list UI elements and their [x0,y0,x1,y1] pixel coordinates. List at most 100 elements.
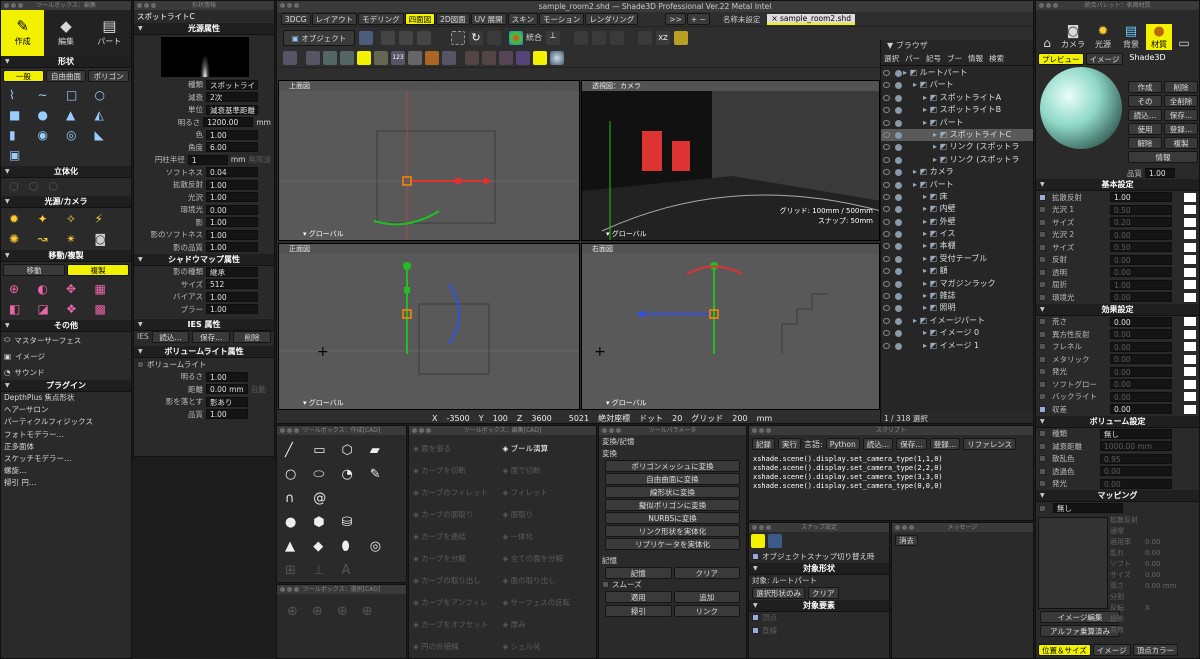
edit-tool-item[interactable]: ◈ カーブを連結 [413,527,503,547]
color-swatch[interactable] [1184,354,1196,364]
area-light-icon[interactable]: ✺ [9,232,38,246]
visibility-eye-icon[interactable] [883,169,890,176]
box-cad-icon[interactable]: ⬢ [313,515,341,530]
edit-tool-item[interactable]: ◈ サーフェスの反転 [503,593,593,613]
material-delete-button[interactable]: 削除 [1164,81,1198,93]
ies-attr-header[interactable]: IES 属性 [134,318,274,331]
grid-toggle-icon[interactable] [592,30,606,45]
sweep-button[interactable]: 掃引 [605,605,672,617]
plugin-item[interactable]: 掃引 円… [4,477,131,489]
normal-display-icon[interactable] [465,50,479,65]
duplicate-tab[interactable]: 複製 [67,264,129,276]
box-display-icon[interactable] [306,50,320,65]
row-value-field[interactable]: 0.00 [1110,229,1172,240]
material-use-button[interactable]: 使用 [1128,123,1162,135]
master-surface-item[interactable]: ⬭ マスターサーフェス [1,332,131,348]
rect-cad-icon[interactable]: ▭ [313,443,341,458]
viewport-top[interactable]: 上面図 ▾ グローバル [278,80,580,241]
mesh-cad-icon[interactable]: ⊞ [285,563,313,578]
curve-tool-icon[interactable]: ∼ [38,88,67,102]
mapping-param-value[interactable]: 0.00 [1145,570,1161,581]
add-button[interactable]: 追加 [673,591,740,603]
wire-grid-icon[interactable] [283,50,297,65]
stamp-cad-icon[interactable]: ⊥ [313,563,341,578]
shape-tab-polygon[interactable]: ポリゴン [88,70,130,82]
snap-vertex-toggle[interactable]: 頂点 [749,612,889,625]
preview-tab[interactable]: プレビュー [1038,53,1084,65]
row-checkbox[interactable] [1039,243,1046,251]
convert-button[interactable]: NURBSに変換 [605,512,740,524]
row-value-field[interactable]: 減衰基準距離 [206,104,258,115]
row-checkbox[interactable] [1039,480,1046,488]
edit-tool-item[interactable]: ◈ シェル化 [503,637,593,657]
visibility-eye-icon[interactable] [883,70,890,76]
row-value-field[interactable]: 1.00 [206,304,258,315]
row-value-field[interactable]: 1.00 [206,192,258,203]
color-swatch[interactable] [1184,404,1196,414]
visibility-eye-icon[interactable] [883,280,890,287]
script-run-button[interactable]: 実行 [778,438,801,450]
pyramid-tool-icon[interactable]: ◭ [95,108,124,122]
cylinder-tool-icon[interactable]: ▮ [9,128,38,142]
render-toggle-icon[interactable] [895,131,902,139]
browser-tree-item[interactable]: ▸ ◩ パート [881,179,1033,191]
axis-icon[interactable]: ⊥ [546,30,560,45]
visibility-eye-icon[interactable] [883,255,890,262]
browser-tree-item[interactable]: ▸ ◩ 雑誌 [881,290,1033,302]
row-checkbox[interactable] [1039,405,1046,413]
snap-grid-icon[interactable] [487,30,501,45]
browser-tree-item[interactable]: ▸ ◩ パート [881,117,1033,129]
browser-select-button[interactable]: 選択 [884,52,899,65]
row-value-field[interactable]: 1.00 [206,217,258,228]
browser-tree-item[interactable]: ▸ ◩ スポットライトC [881,128,1033,142]
edit-mode-button[interactable]: ◆ 編集 [44,10,87,56]
browser-tree-item[interactable]: ▸ ◩ ルートパート [881,67,1033,79]
visibility-eye-icon[interactable] [883,218,890,225]
camera-view-icon[interactable] [359,30,373,45]
snap-clear-button[interactable]: クリア [808,587,839,600]
edit-tool-item[interactable]: ◈ カーブの面取り [413,505,503,525]
row-value-field[interactable]: 0.00 [1110,329,1172,340]
edit-tool-item[interactable]: ◈ 全ての面を分解 [503,549,593,569]
row-checkbox[interactable] [1039,455,1046,463]
mapping-header[interactable]: マッピング [1036,490,1199,502]
render-toggle-icon[interactable] [895,94,902,102]
render-toggle-icon[interactable] [895,243,902,251]
visibility-eye-icon[interactable] [883,156,890,163]
gradient-display-icon[interactable] [425,50,439,65]
render-toggle-icon[interactable] [895,70,902,77]
edit-tool-item[interactable]: ◈ カーブのフィレット [413,483,503,503]
lock-icon[interactable] [610,30,624,45]
render-toggle-icon[interactable] [895,169,902,177]
edge-mode-icon[interactable] [399,30,413,45]
row-value-field[interactable]: 0.04 [206,167,258,178]
row-checkbox[interactable] [1039,355,1046,363]
edit-tool-item[interactable]: ◈ 一体化 [503,527,593,547]
number-display-icon[interactable]: 123 [391,50,405,65]
tab-3dcg[interactable]: 3DCG [281,13,311,25]
row-value-field[interactable]: 1.00 [1110,279,1172,290]
row-value-field[interactable]: 1.00 [206,179,258,190]
snap-vertex-checkbox[interactable] [752,614,759,622]
plugin-item[interactable]: スケッチモデラー… [4,453,131,465]
edit-tool-item[interactable]: ◈ 円の外接線 [413,637,503,657]
pyramid-cad-icon[interactable]: ◆ [313,539,341,554]
row-checkbox[interactable] [1039,231,1046,239]
mapping-type-select[interactable]: 無し [1053,503,1123,514]
mirror-tool-icon[interactable]: ◧ [9,302,38,316]
spot-light-icon[interactable]: ✧ [66,212,95,226]
browser-bool-button[interactable]: ブー [947,52,962,65]
row-value-field[interactable]: 1.00 [206,409,248,420]
face-mode-icon[interactable] [417,30,431,45]
row-value-field[interactable]: 6.00 [206,142,258,153]
palette-tab-light[interactable]: ✹ 光源 [1090,24,1116,50]
parallelogram-cad-icon[interactable]: ▰ [370,443,398,458]
plugin-item[interactable]: フォトモデラー… [4,429,131,441]
file-tab-untitled[interactable]: 名称未設定 [723,14,761,25]
material-info-button[interactable]: 情報 [1128,151,1198,163]
visibility-eye-icon[interactable] [883,231,890,238]
visibility-eye-icon[interactable] [883,107,890,114]
render-toggle-icon[interactable] [895,255,902,263]
tab-four-view[interactable]: 四面図 [404,13,436,25]
layers-display-icon[interactable] [442,50,456,65]
